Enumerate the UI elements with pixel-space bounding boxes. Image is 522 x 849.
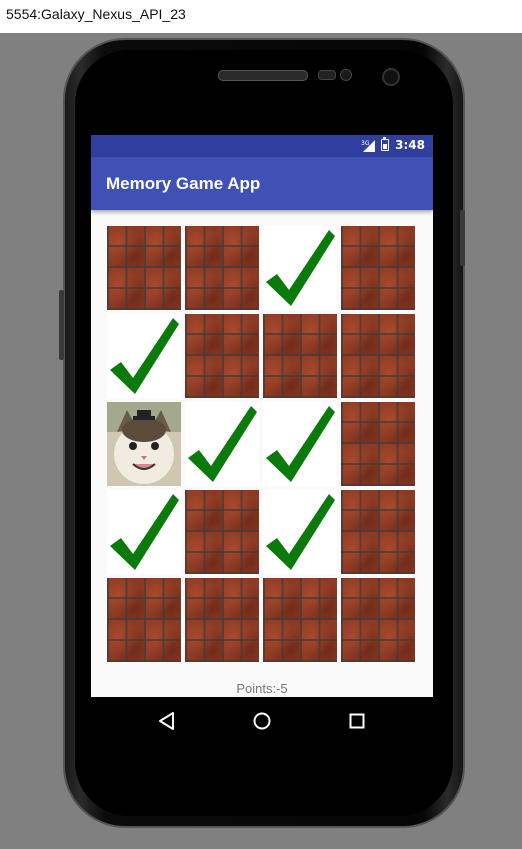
- checkmark-icon: [266, 230, 335, 306]
- points-label: Points:-5: [236, 681, 288, 696]
- card-matched: [185, 402, 259, 486]
- card-grid: [107, 226, 419, 663]
- card-matched: [263, 490, 337, 574]
- card-face-down[interactable]: [341, 314, 415, 398]
- navigation-bar: [91, 697, 433, 745]
- card-face-down[interactable]: [263, 314, 337, 398]
- proximity-sensor: [318, 70, 336, 80]
- recents-button[interactable]: [345, 709, 369, 733]
- light-sensor: [340, 69, 352, 81]
- checkmark-icon: [266, 406, 335, 482]
- volume-button[interactable]: [460, 210, 465, 266]
- card-matched: [107, 490, 181, 574]
- card-face-down[interactable]: [107, 578, 181, 662]
- status-bar: 3G 3:48: [91, 135, 433, 157]
- card-face-down[interactable]: [185, 578, 259, 662]
- card-matched: [263, 226, 337, 310]
- card-face-down[interactable]: [107, 226, 181, 310]
- signal-3g-icon: 3G: [361, 139, 376, 152]
- home-circle-icon: [253, 712, 271, 730]
- checkmark-icon: [266, 494, 335, 570]
- checkmark-icon: [188, 406, 257, 482]
- recents-square-icon: [349, 713, 365, 729]
- earpiece-speaker: [218, 70, 308, 81]
- card-face-down[interactable]: [263, 578, 337, 662]
- back-triangle-icon: [159, 712, 174, 730]
- back-button[interactable]: [155, 709, 179, 733]
- status-time: 3:48: [395, 138, 425, 152]
- emulator-title-bar: 5554:Galaxy_Nexus_API_23: [0, 0, 522, 33]
- power-button[interactable]: [59, 290, 64, 360]
- card-face-down[interactable]: [341, 226, 415, 310]
- home-button[interactable]: [250, 709, 274, 733]
- card-face-down[interactable]: [341, 578, 415, 662]
- cat-photo-icon: [107, 402, 181, 486]
- card-matched: [107, 314, 181, 398]
- card-face-down[interactable]: [185, 314, 259, 398]
- card-matched: [263, 402, 337, 486]
- device-screen: 3G 3:48 Memory Game App Points:-5: [91, 135, 433, 745]
- card-face-down[interactable]: [185, 226, 259, 310]
- card-face-down[interactable]: [341, 402, 415, 486]
- svg-text:3G: 3G: [361, 140, 370, 147]
- card-face-down[interactable]: [185, 490, 259, 574]
- app-bar: Memory Game App: [91, 157, 433, 210]
- app-title: Memory Game App: [106, 174, 261, 193]
- checkmark-icon: [110, 318, 179, 394]
- front-camera: [382, 68, 400, 86]
- card-face-down[interactable]: [341, 490, 415, 574]
- card-revealed[interactable]: [107, 402, 181, 486]
- checkmark-icon: [110, 494, 179, 570]
- battery-icon: [381, 137, 390, 151]
- emulator-window-title: 5554:Galaxy_Nexus_API_23: [6, 6, 186, 22]
